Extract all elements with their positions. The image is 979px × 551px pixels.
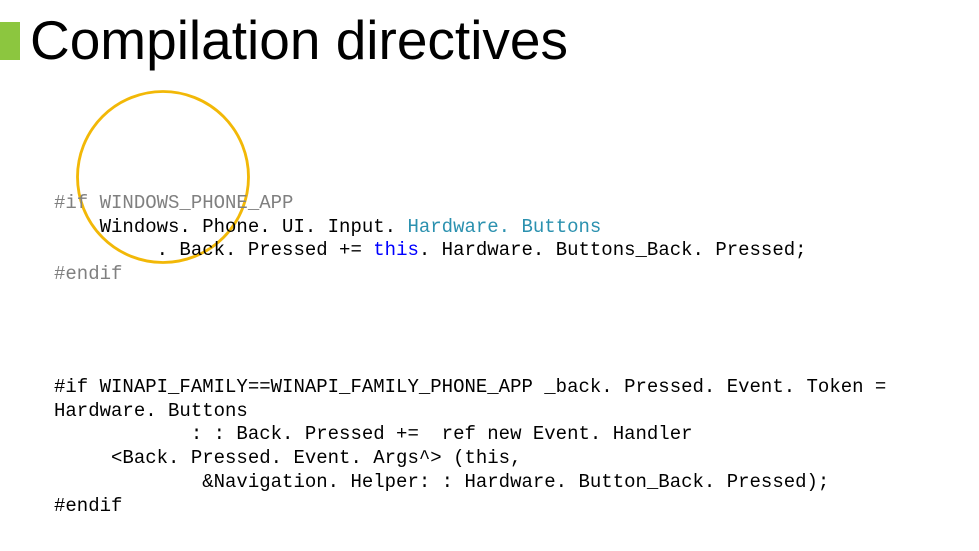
code-block-csharp: #if WINDOWS_PHONE_APP Windows. Phone. UI…	[54, 168, 807, 287]
page-title: Compilation directives	[30, 8, 568, 72]
code-line: . Hardware. Buttons_Back. Pressed;	[419, 239, 807, 261]
code-line: #endif	[54, 495, 122, 517]
accent-bar	[0, 22, 20, 60]
code-line: Hardware. Buttons	[54, 400, 248, 422]
code-line: . Back. Pressed +=	[54, 239, 373, 261]
code-line: Windows. Phone. UI. Input.	[54, 216, 407, 238]
code-block-cpp: #if WINAPI_FAMILY==WINAPI_FAMILY_PHONE_A…	[54, 352, 886, 518]
code-line: : : Back. Pressed += ref new Event. Hand…	[54, 423, 693, 445]
keyword-this: this	[373, 239, 419, 261]
code-line: &Navigation. Helper: : Hardware. Button_…	[54, 471, 829, 493]
preproc-if: #if WINDOWS_PHONE_APP	[54, 192, 293, 214]
preproc-endif: #endif	[54, 263, 122, 285]
type-hardwarebuttons: Hardware. Buttons	[407, 216, 601, 238]
code-line: <Back. Pressed. Event. Args^> (this,	[54, 447, 521, 469]
code-line: #if WINAPI_FAMILY==WINAPI_FAMILY_PHONE_A…	[54, 376, 886, 398]
